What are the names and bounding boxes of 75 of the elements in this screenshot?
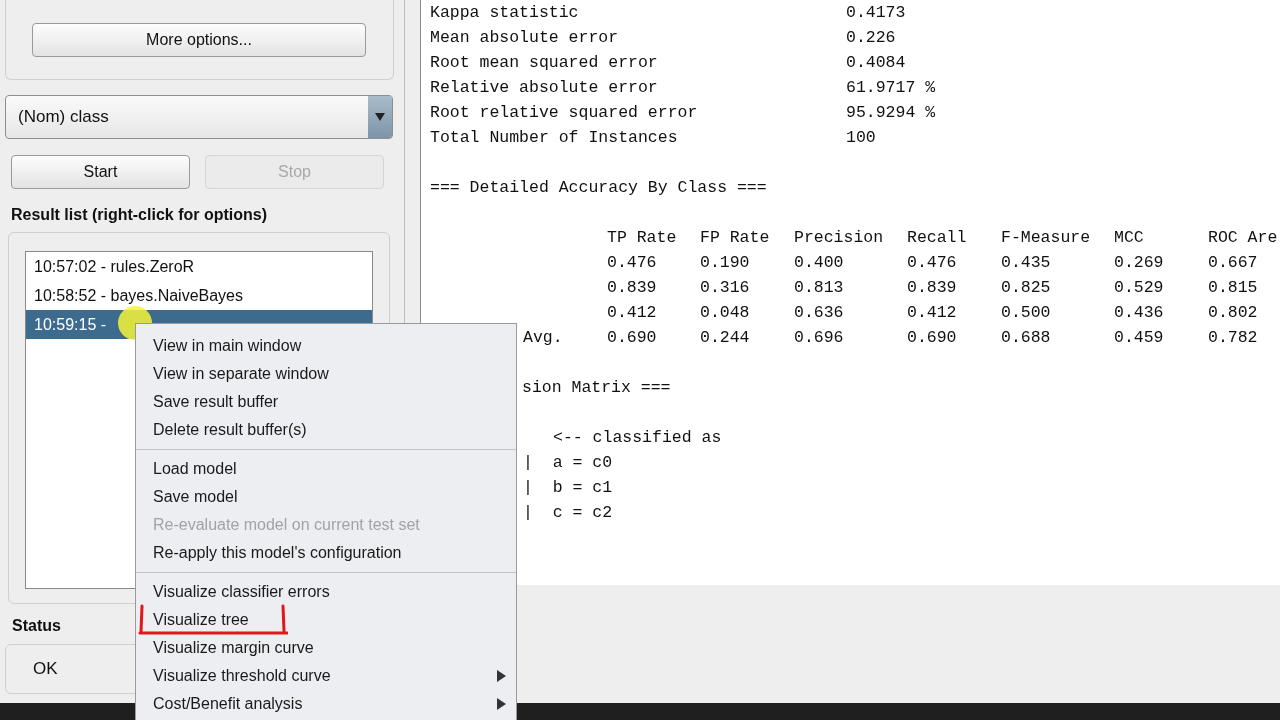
- menu-item[interactable]: Visualize threshold curve: [136, 662, 516, 690]
- dropdown-arrow-icon: [375, 113, 385, 121]
- result-list-label: Result list (right-click for options): [11, 205, 267, 225]
- section-heading: sion Matrix ===: [522, 378, 671, 397]
- menu-item[interactable]: Visualize tree: [136, 606, 516, 634]
- table-cell: 0.476: [907, 253, 957, 272]
- menu-item[interactable]: View in separate window: [136, 360, 516, 388]
- table-cell: 0.435: [1001, 253, 1051, 272]
- matrix-line: | b = c1: [523, 478, 613, 497]
- table-cell: 0.636: [794, 303, 844, 322]
- column-header: F-Measure: [1001, 228, 1091, 247]
- menu-item[interactable]: Re-apply this model's configuration: [136, 539, 516, 567]
- stat-value: 100: [846, 127, 876, 149]
- menu-item[interactable]: Visualize margin curve: [136, 634, 516, 662]
- matrix-line: <-- classified as: [553, 428, 722, 447]
- table-cell: 0.244: [700, 328, 750, 347]
- column-header: FP Rate: [700, 228, 770, 247]
- table-cell: 0.839: [907, 278, 957, 297]
- stat-label: Relative absolute error: [430, 77, 659, 99]
- table-cell: 0.815: [1208, 278, 1258, 297]
- menu-item[interactable]: Save model: [136, 483, 516, 511]
- table-cell: 0.839: [607, 278, 657, 297]
- table-cell: 0.412: [907, 303, 957, 322]
- menu-item[interactable]: View in main window: [136, 332, 516, 360]
- start-button[interactable]: Start: [11, 155, 190, 189]
- table-cell: 0.476: [607, 253, 657, 272]
- matrix-line: | c = c2: [523, 503, 613, 522]
- table-cell: 0.688: [1001, 328, 1051, 347]
- section-heading: === Detailed Accuracy By Class ===: [430, 178, 767, 197]
- table-cell: 0.048: [700, 303, 750, 322]
- menu-item[interactable]: Load model: [136, 455, 516, 483]
- status-message: OK: [33, 658, 58, 681]
- table-cell: 0.813: [794, 278, 844, 297]
- table-cell: 0.412: [607, 303, 657, 322]
- column-header: TP Rate: [607, 228, 677, 247]
- matrix-line: | a = c0: [523, 453, 613, 472]
- result-list-item[interactable]: 10:57:02 - rules.ZeroR: [26, 252, 372, 281]
- stat-value: 0.4173: [846, 2, 906, 24]
- table-cell: 0.316: [700, 278, 750, 297]
- column-header: Recall: [907, 228, 967, 247]
- result-list-item[interactable]: 10:58:52 - bayes.NaiveBayes: [26, 281, 372, 310]
- stat-value: 95.9294 %: [846, 102, 936, 124]
- column-header: ROC Are: [1208, 228, 1278, 247]
- table-cell: 0.696: [794, 328, 844, 347]
- column-header: MCC: [1114, 228, 1144, 247]
- table-cell: 0.400: [794, 253, 844, 272]
- menu-item[interactable]: Cost/Benefit analysis: [136, 690, 516, 718]
- row-label: Avg.: [523, 328, 563, 347]
- more-options-button[interactable]: More options...: [32, 23, 366, 57]
- table-cell: 0.690: [907, 328, 957, 347]
- stat-value: 0.4084: [846, 52, 906, 74]
- stat-value: 0.226: [846, 27, 896, 49]
- table-cell: 0.500: [1001, 303, 1051, 322]
- table-cell: 0.825: [1001, 278, 1051, 297]
- stat-label: Root relative squared error: [430, 102, 699, 124]
- table-cell: 0.782: [1208, 328, 1258, 347]
- table-cell: 0.667: [1208, 253, 1258, 272]
- class-dropdown[interactable]: (Nom) class: [5, 95, 393, 139]
- table-cell: 0.190: [700, 253, 750, 272]
- table-cell: 0.690: [607, 328, 657, 347]
- table-cell: 0.802: [1208, 303, 1258, 322]
- status-label: Status: [12, 616, 61, 636]
- stat-value: 61.9717 %: [846, 77, 936, 99]
- menu-item[interactable]: Visualize classifier errors: [136, 578, 516, 606]
- table-cell: 0.529: [1114, 278, 1164, 297]
- stat-label: Root mean squared error: [430, 52, 659, 74]
- column-header: Precision: [794, 228, 884, 247]
- menu-item[interactable]: Save result buffer: [136, 388, 516, 416]
- menu-item[interactable]: Delete result buffer(s): [136, 416, 516, 444]
- stat-label: Mean absolute error: [430, 27, 620, 49]
- table-cell: 0.269: [1114, 253, 1164, 272]
- stat-label: Total Number of Instances: [430, 127, 679, 149]
- stat-label: Kappa statistic: [430, 2, 580, 24]
- table-cell: 0.436: [1114, 303, 1164, 322]
- table-cell: 0.459: [1114, 328, 1164, 347]
